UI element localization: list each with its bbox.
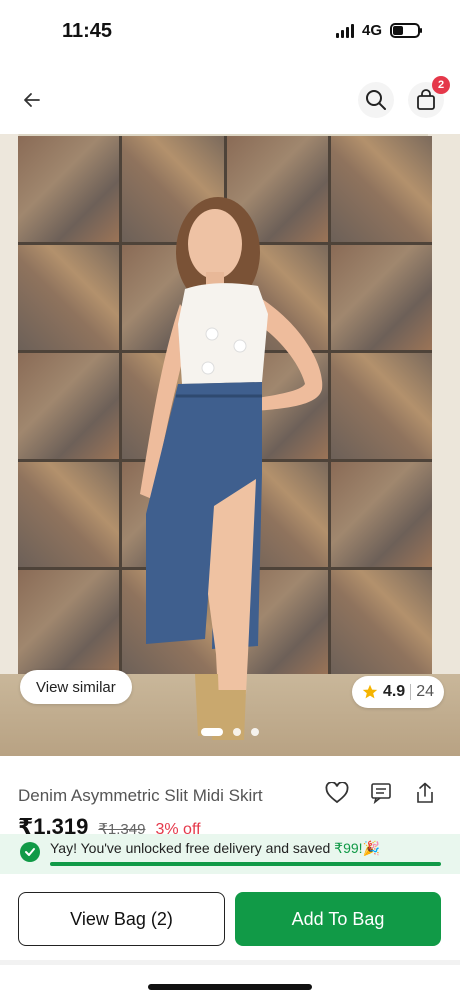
share-button[interactable] <box>412 780 438 806</box>
app-header: 2 <box>0 72 460 128</box>
delivery-message: Yay! You've unlocked free delivery and s… <box>50 840 380 857</box>
rating-count: 24 <box>416 683 434 700</box>
back-button[interactable] <box>16 84 48 116</box>
bag-button[interactable]: 2 <box>408 76 450 118</box>
delivery-message-text: Yay! You've unlocked free delivery and s… <box>50 840 335 856</box>
reviews-button[interactable] <box>368 780 394 806</box>
search-button[interactable] <box>358 82 394 118</box>
saved-amount: ₹99! <box>334 840 363 856</box>
divider <box>0 960 460 965</box>
star-icon <box>362 684 378 699</box>
status-time: 11:45 <box>62 20 113 42</box>
chat-icon <box>371 783 391 804</box>
rating-chip[interactable]: 4.9 24 <box>351 676 444 708</box>
status-bar: 11:45 4G <box>0 0 460 62</box>
shopping-bag-icon <box>417 89 435 110</box>
share-icon <box>417 782 433 803</box>
carousel-dots <box>0 728 460 736</box>
rating-divider <box>410 684 412 700</box>
wishlist-button[interactable] <box>324 780 350 806</box>
network-label: 4G <box>361 22 382 39</box>
product-title: Denim Asymmetric Slit Midi Skirt <box>18 786 263 805</box>
bottom-actions: View Bag (2) Add To Bag <box>0 892 460 946</box>
delivery-progress-bar <box>50 862 441 866</box>
free-delivery-banner: Yay! You've unlocked free delivery and s… <box>0 834 460 874</box>
heart-icon <box>325 782 349 804</box>
model-photo <box>140 197 323 740</box>
bag-count-badge: 2 <box>432 76 450 94</box>
product-image-gallery[interactable]: View similar 4.9 24 <box>0 134 460 756</box>
arrow-left-icon <box>24 93 40 107</box>
battery-icon <box>390 23 422 38</box>
carousel-dot[interactable] <box>251 728 259 736</box>
check-circle-icon <box>20 842 40 862</box>
signal-icon <box>335 23 354 38</box>
add-to-bag-button[interactable]: Add To Bag <box>235 892 441 946</box>
status-indicators: 4G <box>335 22 422 39</box>
carousel-dot[interactable] <box>201 728 223 736</box>
view-similar-button[interactable]: View similar <box>20 670 132 704</box>
rating-value: 4.9 <box>382 683 406 700</box>
carousel-dot[interactable] <box>233 728 241 736</box>
home-indicator[interactable] <box>148 984 312 990</box>
product-actions <box>324 780 438 806</box>
party-popper-icon: 🎉 <box>362 840 380 856</box>
view-bag-button[interactable]: View Bag (2) <box>18 892 225 946</box>
search-icon <box>366 90 386 110</box>
